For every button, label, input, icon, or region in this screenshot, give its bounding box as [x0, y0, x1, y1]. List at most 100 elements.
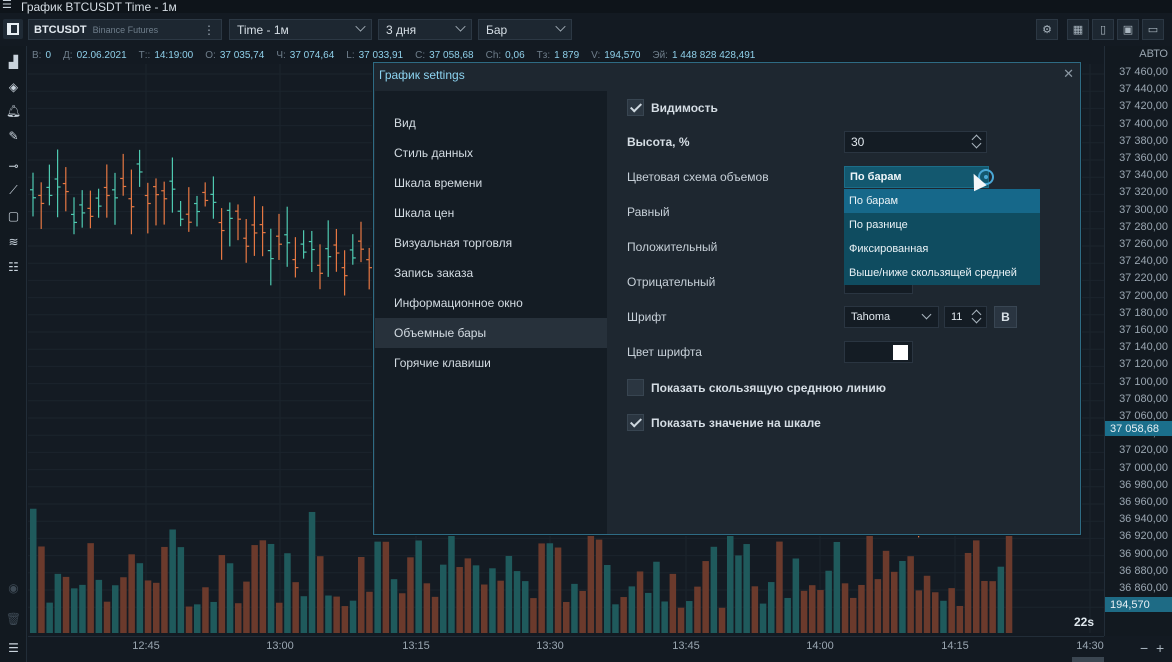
time-axis[interactable]: 12:45 13:00 13:15 13:30 13:45 14:00 14:15 14:30 [28, 636, 1104, 656]
color-scheme-options: По барам По разнице Фиксированная Выше/н… [844, 189, 1040, 285]
volume-bar [973, 540, 980, 633]
height-input[interactable]: 30 [844, 131, 987, 153]
volume-bar [850, 597, 857, 633]
nav-item-order-entry[interactable]: Запись заказа [375, 258, 607, 288]
rectangle-icon[interactable]: ▢ [4, 206, 23, 225]
info-label: Д: [63, 50, 73, 61]
volume-bar [79, 584, 86, 633]
info-value: 0,06 [505, 50, 525, 61]
volume-bar [218, 555, 226, 633]
eye-icon[interactable]: ◉ [4, 578, 23, 597]
visibility-checkbox[interactable] [627, 99, 644, 116]
symbol-selector[interactable]: BTCUSDT Binance Futures ⋮ [28, 19, 222, 40]
price-tick-label: 37 100,00 [1119, 375, 1168, 388]
volume-bar [997, 566, 1005, 633]
time-scrollbar[interactable] [1072, 657, 1104, 662]
bold-toggle-button[interactable]: B [994, 306, 1017, 328]
font-family-select[interactable]: Tahoma [844, 306, 939, 328]
text-tool-icon[interactable]: ☷ [4, 257, 23, 276]
nav-item-price-scale[interactable]: Шкала цен [375, 198, 607, 228]
list-menu-icon[interactable]: ☰ [4, 638, 23, 657]
horizontal-line-icon[interactable]: ⊸ [4, 156, 23, 175]
option-fixed[interactable]: Фиксированная [844, 237, 1040, 261]
volume-bar [677, 607, 685, 633]
nav-item-volume-bars[interactable]: Объемные бары [375, 318, 607, 348]
volume-bar [251, 545, 258, 633]
nav-item-time-scale[interactable]: Шкала времени [375, 168, 607, 198]
timeframe-dropdown[interactable]: Time - 1м [229, 19, 372, 40]
info-value: 37 058,68 [429, 50, 474, 61]
close-icon[interactable]: ✕ [1063, 66, 1074, 82]
volume-bar [489, 568, 496, 633]
info-value: 02.06.2021 [76, 50, 127, 61]
spinner-arrows-icon[interactable] [970, 133, 984, 151]
period-dropdown[interactable]: 3 дня [378, 19, 472, 40]
trash-icon[interactable]: 🗑︎ [4, 609, 23, 628]
font-family-value: Tahoma [851, 311, 891, 323]
option-by-difference[interactable]: По разнице [844, 213, 1040, 237]
font-color-picker[interactable] [844, 341, 913, 363]
volume-bar [563, 601, 570, 633]
chart-type-value: Бар [486, 22, 508, 37]
show-ma-checkbox[interactable] [627, 379, 644, 396]
price-tick-label: 37 420,00 [1119, 100, 1168, 113]
volume-bar [62, 576, 70, 633]
volume-bar [407, 557, 414, 633]
auto-scale-label[interactable]: АВТО [1139, 48, 1168, 60]
volume-bar [30, 508, 37, 633]
volume-bar [358, 557, 365, 633]
screenshot-icon[interactable]: ▣ [1117, 19, 1139, 40]
zoom-out-icon[interactable]: − [1140, 640, 1148, 656]
font-size-input[interactable]: 11 [944, 306, 987, 328]
price-tick-label: 37 260,00 [1119, 238, 1168, 250]
spinner-arrows-icon[interactable] [970, 308, 984, 326]
price-tick-label: 37 440,00 [1119, 83, 1168, 96]
alert-bell-icon[interactable]: 🔔︎ [4, 101, 23, 120]
nav-item-hotkeys[interactable]: Горячие клавиши [375, 348, 607, 378]
price-tick-label: 36 960,00 [1119, 496, 1168, 508]
layers-icon[interactable]: ◈ [4, 77, 23, 96]
color-scheme-label: Цветовая схема объемов [627, 170, 769, 184]
negative-color-label: Отрицательный [627, 275, 716, 289]
volume-bar [595, 539, 603, 633]
show-value-checkbox[interactable] [627, 414, 644, 431]
nav-item-view[interactable]: Вид [375, 108, 607, 138]
price-tick-label: 37 020,00 [1119, 444, 1168, 457]
hamburger-menu-icon[interactable]: ☰ [2, 0, 15, 13]
color-scheme-value: По барам [850, 171, 902, 183]
pencil-icon[interactable]: ✎ [4, 126, 23, 145]
mouse-icon[interactable]: ▯ [1092, 19, 1114, 40]
volume-bar [841, 583, 849, 633]
info-label: Эй: [652, 50, 668, 61]
fibonacci-icon[interactable]: ≋ [4, 232, 23, 251]
volume-bar [932, 592, 939, 633]
volume-bar [308, 511, 316, 633]
volume-bar [686, 601, 693, 633]
chart-type-dropdown[interactable]: Бар [478, 19, 572, 40]
option-above-below-ma[interactable]: Выше/ниже скользящей средней [844, 261, 1040, 285]
price-tick-label: 37 400,00 [1119, 117, 1168, 130]
chart-indicators-icon[interactable]: ▟ [4, 52, 23, 71]
option-by-bars[interactable]: По барам [844, 189, 1040, 213]
panel-toggle-icon[interactable] [3, 19, 23, 39]
bar-countdown: 22s [1074, 615, 1095, 629]
volume-bar [259, 540, 267, 633]
nav-item-data-style[interactable]: Стиль данных [375, 138, 607, 168]
grid-layout-icon[interactable]: ▦ [1067, 19, 1089, 40]
volume-bar [112, 585, 119, 633]
nav-item-visual-trading[interactable]: Визуальная торговля [375, 228, 607, 258]
nav-item-info-window[interactable]: Информационное окно [375, 288, 607, 318]
font-size-value: 11 [951, 311, 963, 323]
volume-bar [481, 584, 488, 633]
trend-line-icon[interactable]: ⟋ [4, 181, 23, 200]
window-layout-icon[interactable]: ▭ [1142, 19, 1164, 40]
zoom-in-icon[interactable]: + [1156, 640, 1164, 656]
more-vertical-icon[interactable]: ⋮ [203, 23, 215, 37]
price-axis[interactable]: АВТО 37 460,00 37 440,00 37 420,00 37 400,0… [1104, 46, 1172, 636]
volume-bar [817, 590, 824, 633]
info-value: 37 035,74 [219, 50, 265, 61]
info-label: Т:: [138, 50, 151, 61]
settings-gear-icon[interactable]: ⚙ [1036, 19, 1058, 40]
info-label: Тз: [536, 50, 551, 61]
time-tick-label: 14:30 [1076, 640, 1104, 652]
